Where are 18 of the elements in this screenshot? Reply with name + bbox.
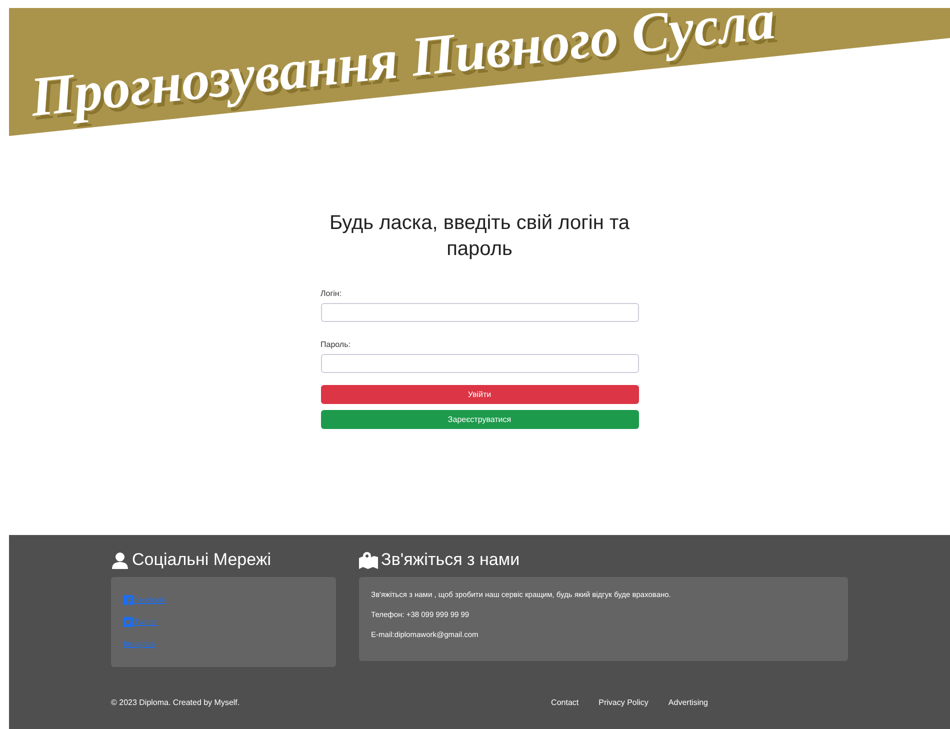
section-heading: Соціальні Мережі bbox=[132, 549, 272, 572]
field-label: Логін: bbox=[320, 288, 343, 300]
field-label: Пароль: bbox=[320, 339, 352, 351]
copyright-text: © 2023 Diploma. Created by Myself. bbox=[111, 697, 240, 709]
facebook-icon bbox=[123, 595, 133, 605]
footer-link[interactable]: Contact bbox=[551, 697, 579, 709]
footer-link[interactable]: Privacy Policy bbox=[598, 697, 648, 709]
login-heading: Будь ласка, введіть свій логін та пароль bbox=[328, 211, 631, 262]
map-icon bbox=[359, 552, 378, 568]
user-icon bbox=[111, 552, 129, 568]
footer-link[interactable]: Advertising bbox=[668, 697, 708, 709]
input-field[interactable] bbox=[320, 354, 638, 373]
twitter-icon bbox=[123, 617, 133, 627]
input-field[interactable] bbox=[320, 303, 638, 322]
login-button[interactable]: Увійти bbox=[320, 385, 638, 404]
site-title: Прогнозування Пивного Сусла bbox=[28, 0, 778, 126]
section-heading: Зв'яжіться з нами bbox=[381, 549, 520, 572]
register-button[interactable]: Зареєструватися bbox=[320, 410, 638, 429]
